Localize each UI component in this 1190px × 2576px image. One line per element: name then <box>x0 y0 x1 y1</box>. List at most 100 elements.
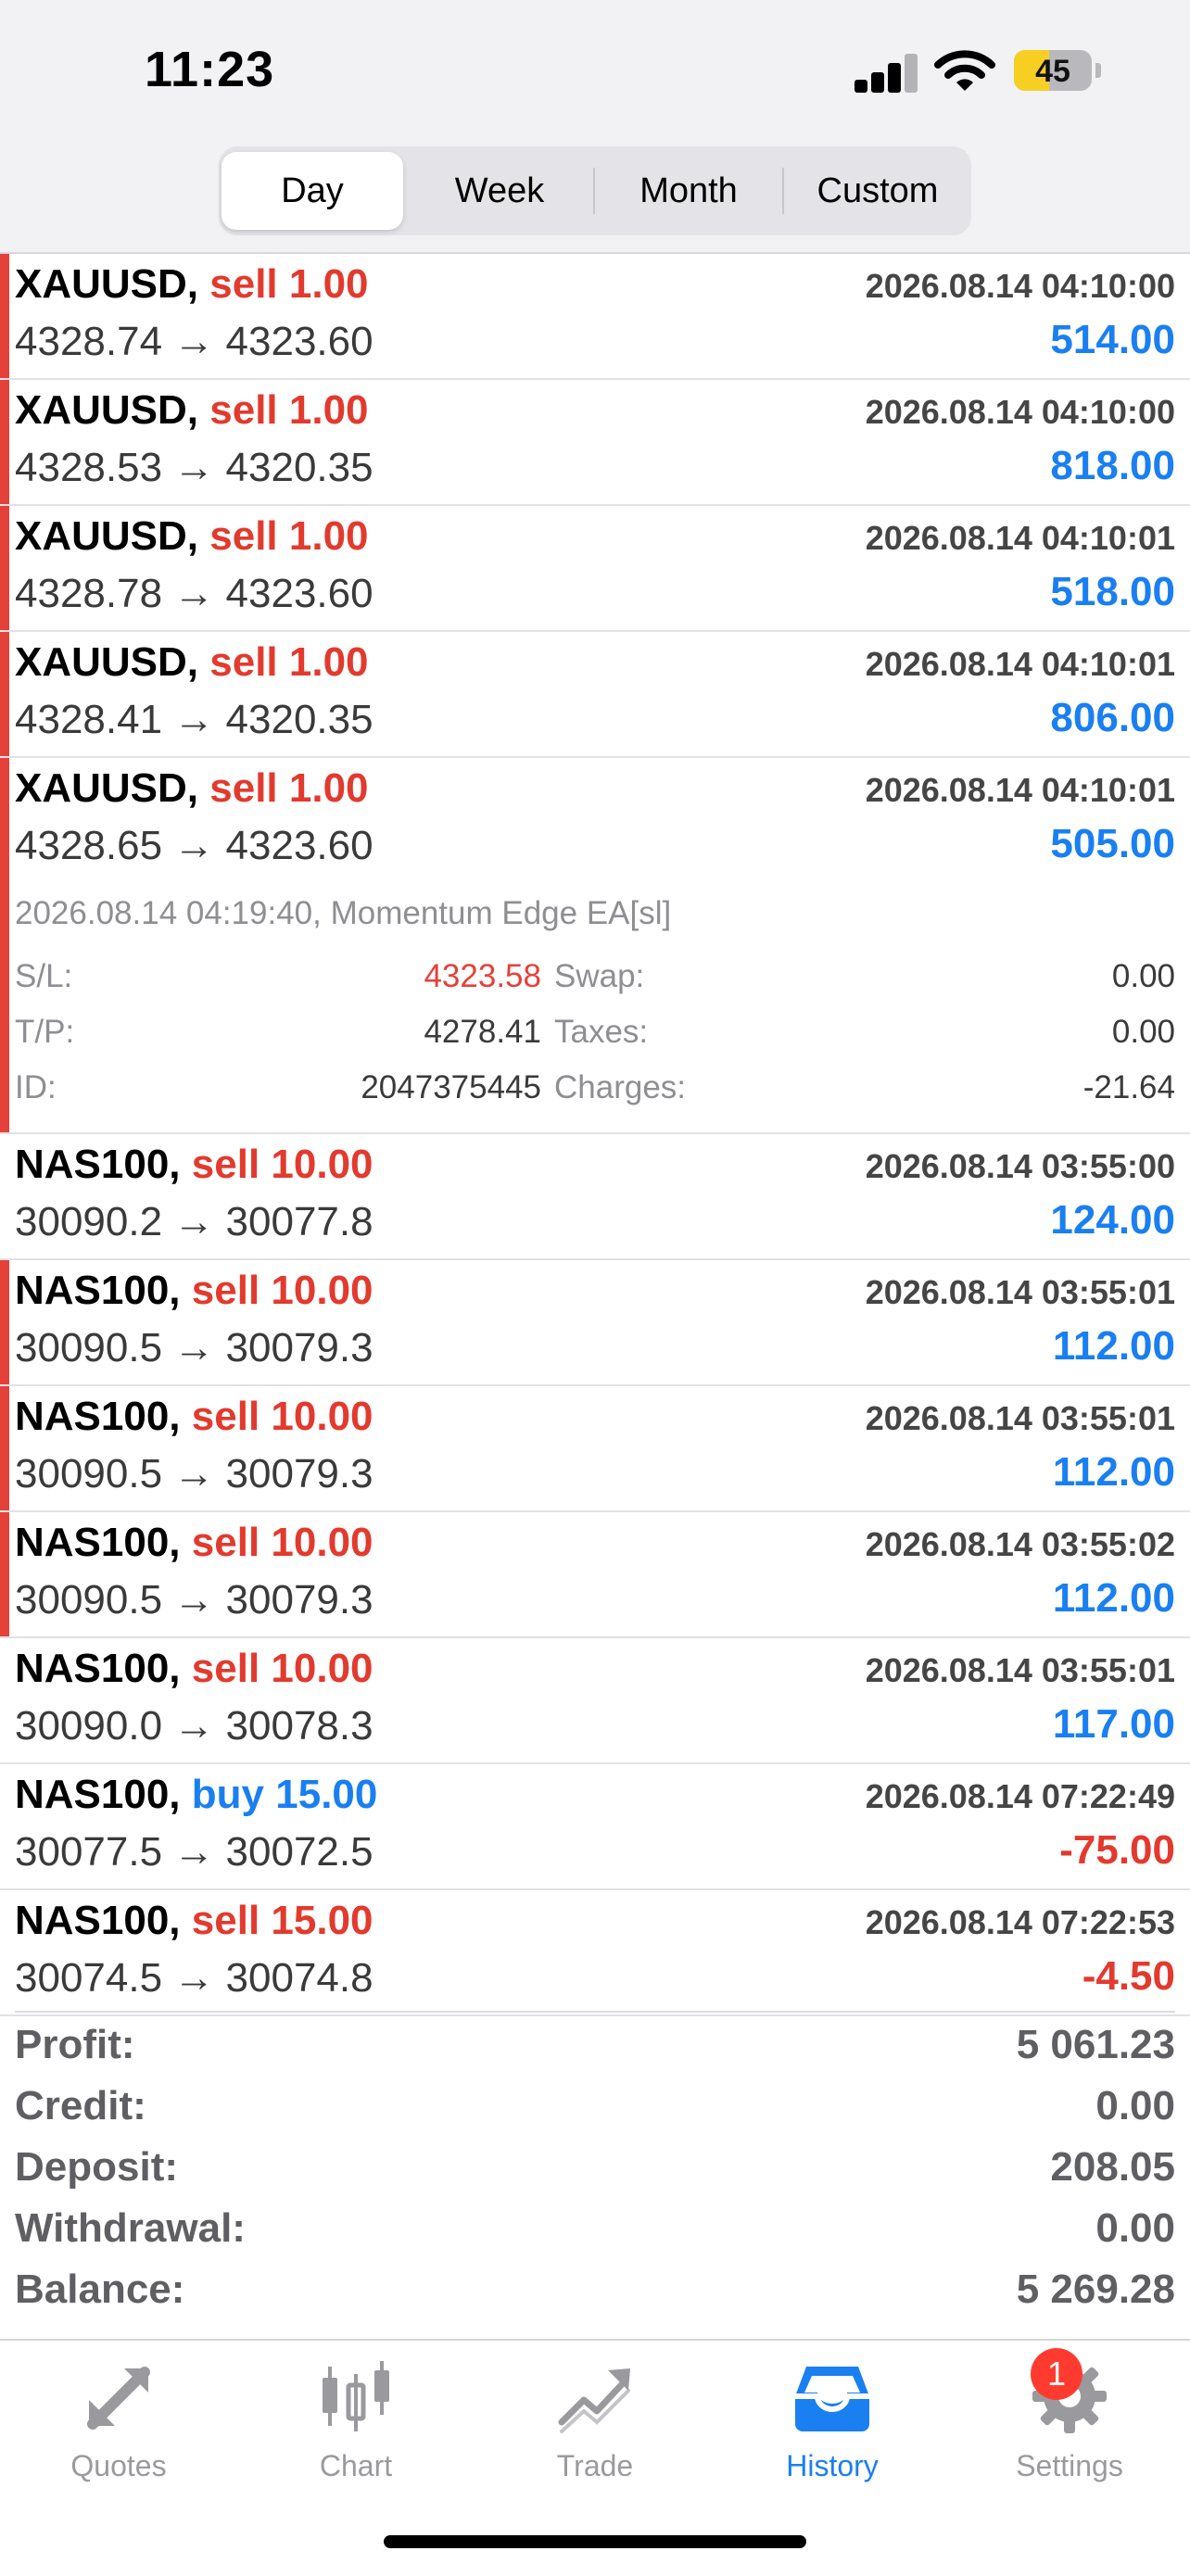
deal-profit: 806.00 <box>1050 695 1175 740</box>
deal-prices: 4328.53 → 4320.35 <box>15 445 373 491</box>
deal-symbol: NAS100, sell 10.00 <box>15 1394 373 1440</box>
tab-month[interactable]: Month <box>598 152 779 230</box>
battery-icon: 45 <box>1014 50 1092 91</box>
deal-symbol-name: NAS100, <box>15 1142 181 1187</box>
deal-profit: -75.00 <box>1059 1827 1175 1873</box>
deal-side: sell 10.00 <box>192 1268 373 1313</box>
deal-side-type: sell <box>191 1520 260 1565</box>
tab-trade[interactable]: Trade <box>502 2357 688 2487</box>
id-label: ID: <box>15 1069 57 1105</box>
deal-side: sell 1.00 <box>209 639 368 685</box>
deal-side-type: sell <box>209 261 278 307</box>
tab-chart-label: Chart <box>319 2449 393 2482</box>
deal-row[interactable]: NAS100, sell 10.00 2026.08.14 03:55:02 300… <box>0 1512 1190 1638</box>
deal-time: 2026.08.14 03:55:00 <box>865 1147 1175 1185</box>
summary-row: Withdrawal: 0.00 <box>15 2196 1175 2257</box>
deal-row[interactable]: NAS100, sell 10.00 2026.08.14 03:55:00 300… <box>0 1134 1190 1260</box>
tab-chart[interactable]: Chart <box>263 2357 449 2487</box>
deal-symbol: XAUUSD, sell 1.00 <box>15 261 369 308</box>
deal-prices: 4328.41 → 4320.35 <box>15 697 373 743</box>
home-indicator[interactable] <box>384 2535 806 2548</box>
summary-label: Profit: <box>15 2022 135 2067</box>
tab-quotes-label: Quotes <box>70 2449 167 2482</box>
arrow-right-icon: → <box>173 1325 215 1370</box>
summary-label: Balance: <box>15 2267 185 2312</box>
deal-profit: 124.00 <box>1050 1197 1175 1243</box>
candlestick-chart-icon <box>323 2361 389 2431</box>
deal-open-price: 4328.74 <box>15 319 163 364</box>
deal-side: sell 10.00 <box>192 1142 373 1187</box>
deal-profit: 514.00 <box>1050 317 1175 362</box>
deal-side-type: sell <box>191 1646 260 1691</box>
tab-quotes[interactable]: Quotes <box>26 2357 211 2487</box>
id-value: 2047375445 <box>361 1069 541 1105</box>
deal-symbol-name: NAS100, <box>15 1772 181 1817</box>
taxes-label: Taxes: <box>554 1014 649 1050</box>
deal-row[interactable]: XAUUSD, sell 1.00 2026.08.14 04:10:01 4328… <box>0 758 1190 1134</box>
deal-profit: 112.00 <box>1052 1323 1175 1369</box>
tab-settings[interactable]: 1 Settings <box>977 2348 1162 2487</box>
deal-side: sell 1.00 <box>209 261 368 307</box>
deal-open-price: 30090.5 <box>15 1325 163 1370</box>
deal-volume: 15.00 <box>275 1772 378 1817</box>
summary-label: Deposit: <box>15 2144 178 2190</box>
deal-row[interactable]: XAUUSD, sell 1.00 2026.08.14 04:10:00 4328… <box>0 380 1190 506</box>
tab-settings-label: Settings <box>1016 2449 1123 2482</box>
deal-symbol-name: NAS100, <box>15 1394 181 1439</box>
battery-tip <box>1095 63 1101 78</box>
arrow-right-icon: → <box>173 445 215 490</box>
deal-symbol: NAS100, sell 10.00 <box>15 1268 373 1314</box>
deal-time: 2026.08.14 07:22:49 <box>865 1777 1175 1815</box>
deal-time: 2026.08.14 04:10:00 <box>865 393 1175 431</box>
battery-level: 45 <box>1035 54 1070 89</box>
tab-history[interactable]: History <box>740 2357 925 2487</box>
tab-custom[interactable]: Custom <box>787 152 968 230</box>
deal-volume: 1.00 <box>288 513 369 559</box>
deal-close-price: 30079.3 <box>225 1325 373 1370</box>
deal-symbol: XAUUSD, sell 1.00 <box>15 387 369 434</box>
deal-open-price: 30090.5 <box>15 1577 163 1623</box>
summary-value: 208.05 <box>1050 2144 1175 2190</box>
segment-divider <box>593 168 595 214</box>
deal-side-type: sell <box>191 1268 260 1313</box>
summary-value: 0.00 <box>1095 2205 1175 2251</box>
arrow-right-icon: → <box>173 1199 215 1244</box>
deal-time: 2026.08.14 03:55:01 <box>865 1273 1175 1311</box>
deal-time: 2026.08.14 04:10:01 <box>865 645 1175 683</box>
summary-row: Profit: 5 061.23 <box>15 2013 1175 2074</box>
deal-volume: 15.00 <box>271 1898 373 1943</box>
deal-row[interactable]: XAUUSD, sell 1.00 2026.08.14 04:10:00 4328… <box>0 254 1190 380</box>
sl-value: 4323.58 <box>424 958 541 994</box>
deal-volume: 1.00 <box>288 765 369 811</box>
deal-row[interactable]: NAS100, sell 10.00 2026.08.14 03:55:01 300… <box>0 1638 1190 1764</box>
deal-close-price: 4323.60 <box>225 571 373 616</box>
deal-volume: 10.00 <box>271 1268 373 1313</box>
summary-value: 5 269.28 <box>1016 2267 1175 2312</box>
deal-row[interactable]: XAUUSD, sell 1.00 2026.08.14 04:10:01 4328… <box>0 506 1190 632</box>
deal-volume: 10.00 <box>271 1394 373 1439</box>
deal-symbol-name: XAUUSD, <box>15 387 199 433</box>
arrow-right-icon: → <box>173 1451 215 1496</box>
deal-prices: 4328.74 → 4323.60 <box>15 319 373 365</box>
deal-close-price: 4323.60 <box>225 823 373 868</box>
deal-row[interactable]: NAS100, sell 10.00 2026.08.14 03:55:01 300… <box>0 1386 1190 1512</box>
tab-week[interactable]: Week <box>409 152 590 230</box>
deal-prices: 4328.78 → 4323.60 <box>15 571 373 617</box>
swap-label: Swap: <box>554 958 645 994</box>
deal-close-price: 4320.35 <box>225 445 373 490</box>
deal-row[interactable]: NAS100, sell 15.00 2026.08.14 07:22:53 300… <box>0 1890 1190 2016</box>
deal-side: buy 15.00 <box>192 1772 378 1817</box>
tab-day[interactable]: Day <box>222 152 403 230</box>
deal-row[interactable]: XAUUSD, sell 1.00 2026.08.14 04:10:01 4328… <box>0 632 1190 758</box>
deal-side: sell 10.00 <box>192 1394 373 1439</box>
deal-volume: 10.00 <box>271 1520 373 1565</box>
deal-prices: 30090.5 → 30079.3 <box>15 1577 373 1623</box>
deal-profit: 112.00 <box>1052 1449 1175 1495</box>
deal-side: sell 10.00 <box>192 1646 373 1691</box>
deal-side-type: sell <box>209 639 278 685</box>
deal-row[interactable]: NAS100, buy 15.00 2026.08.14 07:22:49 3007… <box>0 1764 1190 1890</box>
deal-row[interactable]: NAS100, sell 10.00 2026.08.14 03:55:01 300… <box>0 1260 1190 1386</box>
deal-profit: 117.00 <box>1052 1701 1175 1747</box>
tab-history-label: History <box>786 2449 879 2482</box>
segment-divider <box>782 168 784 214</box>
